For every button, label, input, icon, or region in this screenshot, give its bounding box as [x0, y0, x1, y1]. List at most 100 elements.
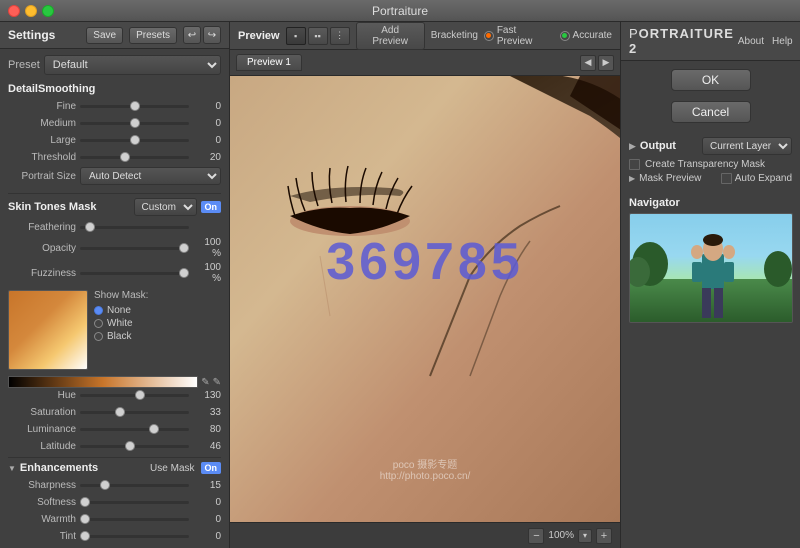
undo-button[interactable]: ↩: [183, 26, 201, 44]
warmth-slider-container: [80, 512, 189, 526]
latitude-label: Latitude: [8, 441, 76, 452]
zoom-dropdown-button[interactable]: ▾: [578, 529, 592, 543]
fuzziness-slider[interactable]: [80, 272, 189, 275]
detail-smoothing-header: DetailSmoothing: [8, 83, 221, 95]
skin-color-area: Show Mask: None White Black: [8, 290, 221, 370]
feathering-slider[interactable]: [80, 226, 189, 229]
cancel-button[interactable]: Cancel: [671, 101, 751, 123]
about-button[interactable]: About: [734, 35, 768, 48]
white-radio[interactable]: [94, 319, 103, 328]
tint-slider[interactable]: [80, 535, 189, 538]
hue-slider[interactable]: [80, 394, 189, 397]
opacity-row: Opacity 100 %: [8, 237, 221, 259]
medium-value: 0: [193, 118, 221, 129]
accurate-radio: Accurate: [560, 30, 612, 41]
saturation-row: Saturation 33: [8, 405, 221, 419]
ok-button[interactable]: OK: [671, 69, 751, 91]
split-view-button[interactable]: ▪▪: [308, 27, 328, 45]
threshold-row: Threshold 20: [8, 150, 221, 164]
threshold-label: Threshold: [8, 152, 76, 163]
medium-slider-container: [80, 116, 189, 130]
preview-image-area[interactable]: 369785 poco 摄影专题 http://photo.poco.cn/: [230, 76, 620, 522]
eyedropper-1[interactable]: ✎: [201, 377, 209, 388]
feathering-row: Feathering: [8, 220, 221, 234]
fine-row: Fine 0: [8, 99, 221, 113]
view-buttons: ▪ ▪▪ ⋮: [286, 27, 350, 45]
skin-tones-dropdown[interactable]: Custom: [134, 198, 197, 216]
portraiture-title: PORTRAITURE 2: [629, 26, 734, 56]
opacity-slider[interactable]: [80, 247, 189, 250]
single-view-button[interactable]: ▪: [286, 27, 306, 45]
medium-slider[interactable]: [80, 122, 189, 125]
create-transparency-checkbox[interactable]: [629, 159, 640, 170]
large-slider[interactable]: [80, 139, 189, 142]
add-preview-button[interactable]: Add Preview: [356, 22, 425, 50]
preview-toolbar: Preview ▪ ▪▪ ⋮ Add Preview Bracketing Fa…: [230, 22, 620, 50]
tint-value: 0: [193, 531, 221, 542]
feathering-label: Feathering: [8, 222, 76, 233]
enhancements-on-badge: On: [201, 462, 222, 474]
tint-slider-container: [80, 529, 189, 543]
large-label: Large: [8, 135, 76, 146]
prev-button[interactable]: ◀: [580, 55, 596, 71]
fast-preview-radio-dot[interactable]: [484, 31, 494, 41]
fuzziness-label: Fuzziness: [8, 268, 76, 279]
sharpness-row: Sharpness 15: [8, 478, 221, 492]
color-strip: [8, 376, 198, 388]
save-button[interactable]: Save: [86, 27, 123, 44]
accurate-radio-dot[interactable]: [560, 31, 570, 41]
warmth-label: Warmth: [8, 514, 76, 525]
zoom-minus-button[interactable]: −: [528, 528, 544, 544]
threshold-slider[interactable]: [80, 156, 189, 159]
create-transparency-row: Create Transparency Mask: [629, 159, 792, 170]
close-button[interactable]: [8, 5, 20, 17]
color-swatch[interactable]: [8, 290, 88, 370]
zoom-plus-button[interactable]: +: [596, 528, 612, 544]
portrait-size-select[interactable]: Auto Detect: [80, 167, 221, 185]
next-button[interactable]: ▶: [598, 55, 614, 71]
mask-preview-triangle[interactable]: ▶: [629, 174, 635, 183]
latitude-slider[interactable]: [80, 445, 189, 448]
preview-tab-1[interactable]: Preview 1: [236, 54, 302, 71]
black-radio[interactable]: [94, 332, 103, 341]
output-dropdown[interactable]: Current Layer: [702, 137, 792, 155]
skin-tones-on-badge: On: [201, 201, 222, 213]
fuzziness-slider-container: [80, 266, 189, 280]
presets-button[interactable]: Presets: [129, 27, 177, 44]
redo-button[interactable]: ↪: [203, 26, 221, 44]
preset-select[interactable]: Default: [44, 55, 221, 75]
fine-slider[interactable]: [80, 105, 189, 108]
multi-view-button[interactable]: ⋮: [330, 27, 350, 45]
warmth-row: Warmth 0: [8, 512, 221, 526]
latitude-value: 46: [193, 441, 221, 452]
maximize-button[interactable]: [42, 5, 54, 17]
saturation-slider[interactable]: [80, 411, 189, 414]
preset-label: Preset: [8, 59, 40, 71]
sharpness-slider[interactable]: [80, 484, 189, 487]
enhancements-triangle[interactable]: ▼: [8, 464, 16, 473]
right-content: OK Cancel ▶ Output Current Layer Create …: [621, 61, 800, 548]
output-header: ▶ Output Current Layer: [629, 137, 792, 155]
warmth-value: 0: [193, 514, 221, 525]
use-mask-label: Use Mask: [150, 463, 194, 474]
white-radio-label: White: [107, 318, 133, 329]
medium-row: Medium 0: [8, 116, 221, 130]
right-header: PORTRAITURE 2 About Help: [621, 22, 800, 61]
fine-slider-container: [80, 99, 189, 113]
eyedropper-2[interactable]: ✎: [213, 377, 221, 388]
none-radio[interactable]: [94, 306, 103, 315]
sharpness-label: Sharpness: [8, 480, 76, 491]
softness-slider[interactable]: [80, 501, 189, 504]
center-panel: Preview ▪ ▪▪ ⋮ Add Preview Bracketing Fa…: [230, 22, 620, 548]
minimize-button[interactable]: [25, 5, 37, 17]
bracketing-button[interactable]: Bracketing: [431, 30, 478, 41]
auto-expand-checkbox[interactable]: [721, 173, 732, 184]
warmth-slider[interactable]: [80, 518, 189, 521]
luminance-row: Luminance 80: [8, 422, 221, 436]
output-triangle[interactable]: ▶: [629, 141, 636, 152]
softness-value: 0: [193, 497, 221, 508]
help-button[interactable]: Help: [768, 35, 797, 48]
settings-title: Settings: [8, 28, 80, 42]
luminance-slider[interactable]: [80, 428, 189, 431]
softness-label: Softness: [8, 497, 76, 508]
